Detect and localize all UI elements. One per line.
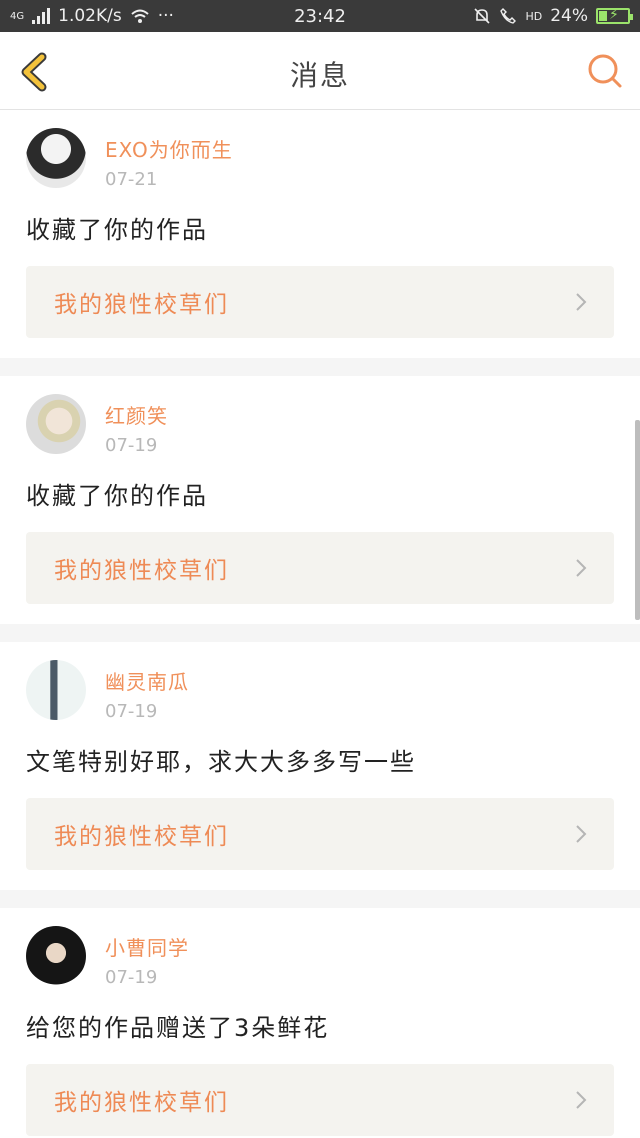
- message-date: 07-19: [105, 967, 158, 988]
- hd-indicator: HD: [525, 9, 543, 23]
- message-date: 07-19: [105, 701, 158, 722]
- more-indicator: ···: [157, 6, 174, 26]
- mute-bell-icon: [474, 8, 491, 24]
- avatar[interactable]: [26, 926, 86, 986]
- username[interactable]: EXO为你而生: [105, 134, 233, 163]
- message-content: 文笔特别好耶，求大大多多写一些: [26, 748, 416, 776]
- work-title: 我的狼性校草们: [54, 292, 229, 318]
- avatar[interactable]: [26, 660, 86, 720]
- message-date: 07-21: [105, 169, 158, 190]
- username[interactable]: 小曹同学: [105, 932, 189, 961]
- chevron-right-icon: [576, 293, 587, 311]
- phone-icon: [500, 8, 517, 24]
- network-type: 4G: [10, 10, 25, 22]
- message-card: 幽灵南瓜 07-19 文笔特别好耶，求大大多多写一些 我的狼性校草们: [0, 642, 640, 890]
- message-content: 收藏了你的作品: [26, 216, 208, 244]
- chevron-right-icon: [576, 559, 587, 577]
- avatar[interactable]: [26, 394, 86, 454]
- scrollbar[interactable]: [635, 420, 640, 620]
- network-speed: 1.02K/s: [58, 6, 122, 26]
- work-link[interactable]: 我的狼性校草们: [26, 798, 614, 870]
- nav-bar: 消息: [0, 32, 640, 110]
- work-link[interactable]: 我的狼性校草们: [26, 1064, 614, 1136]
- battery-icon: ⚡: [596, 7, 633, 24]
- wifi-icon: [131, 9, 149, 23]
- message-card: 小曹同学 07-19 给您的作品赠送了3朵鲜花 我的狼性校草们: [0, 908, 640, 1138]
- work-link[interactable]: 我的狼性校草们: [26, 532, 614, 604]
- chevron-right-icon: [576, 825, 587, 843]
- message-content: 收藏了你的作品: [26, 482, 208, 510]
- work-title: 我的狼性校草们: [54, 824, 229, 850]
- signal-icon: [32, 8, 51, 24]
- status-bar: 4G 1.02K/s ··· 23:42 HD 24% ⚡: [0, 0, 640, 32]
- work-title: 我的狼性校草们: [54, 558, 229, 584]
- message-card: 红颜笑 07-19 收藏了你的作品 我的狼性校草们: [0, 376, 640, 624]
- battery-percent: 24%: [550, 6, 588, 26]
- work-title: 我的狼性校草们: [54, 1090, 229, 1116]
- message-list: EXO为你而生 07-21 收藏了你的作品 我的狼性校草们 红颜笑 07-19 …: [0, 110, 640, 1138]
- username[interactable]: 幽灵南瓜: [105, 666, 189, 695]
- chevron-right-icon: [576, 1091, 587, 1109]
- avatar[interactable]: [26, 128, 86, 188]
- message-card: EXO为你而生 07-21 收藏了你的作品 我的狼性校草们: [0, 110, 640, 358]
- clock: 23:42: [294, 5, 346, 27]
- page-title: 消息: [289, 59, 350, 92]
- username[interactable]: 红颜笑: [105, 400, 168, 429]
- message-date: 07-19: [105, 435, 158, 456]
- search-icon[interactable]: [586, 52, 624, 90]
- message-content: 给您的作品赠送了3朵鲜花: [26, 1014, 330, 1042]
- work-link[interactable]: 我的狼性校草们: [26, 266, 614, 338]
